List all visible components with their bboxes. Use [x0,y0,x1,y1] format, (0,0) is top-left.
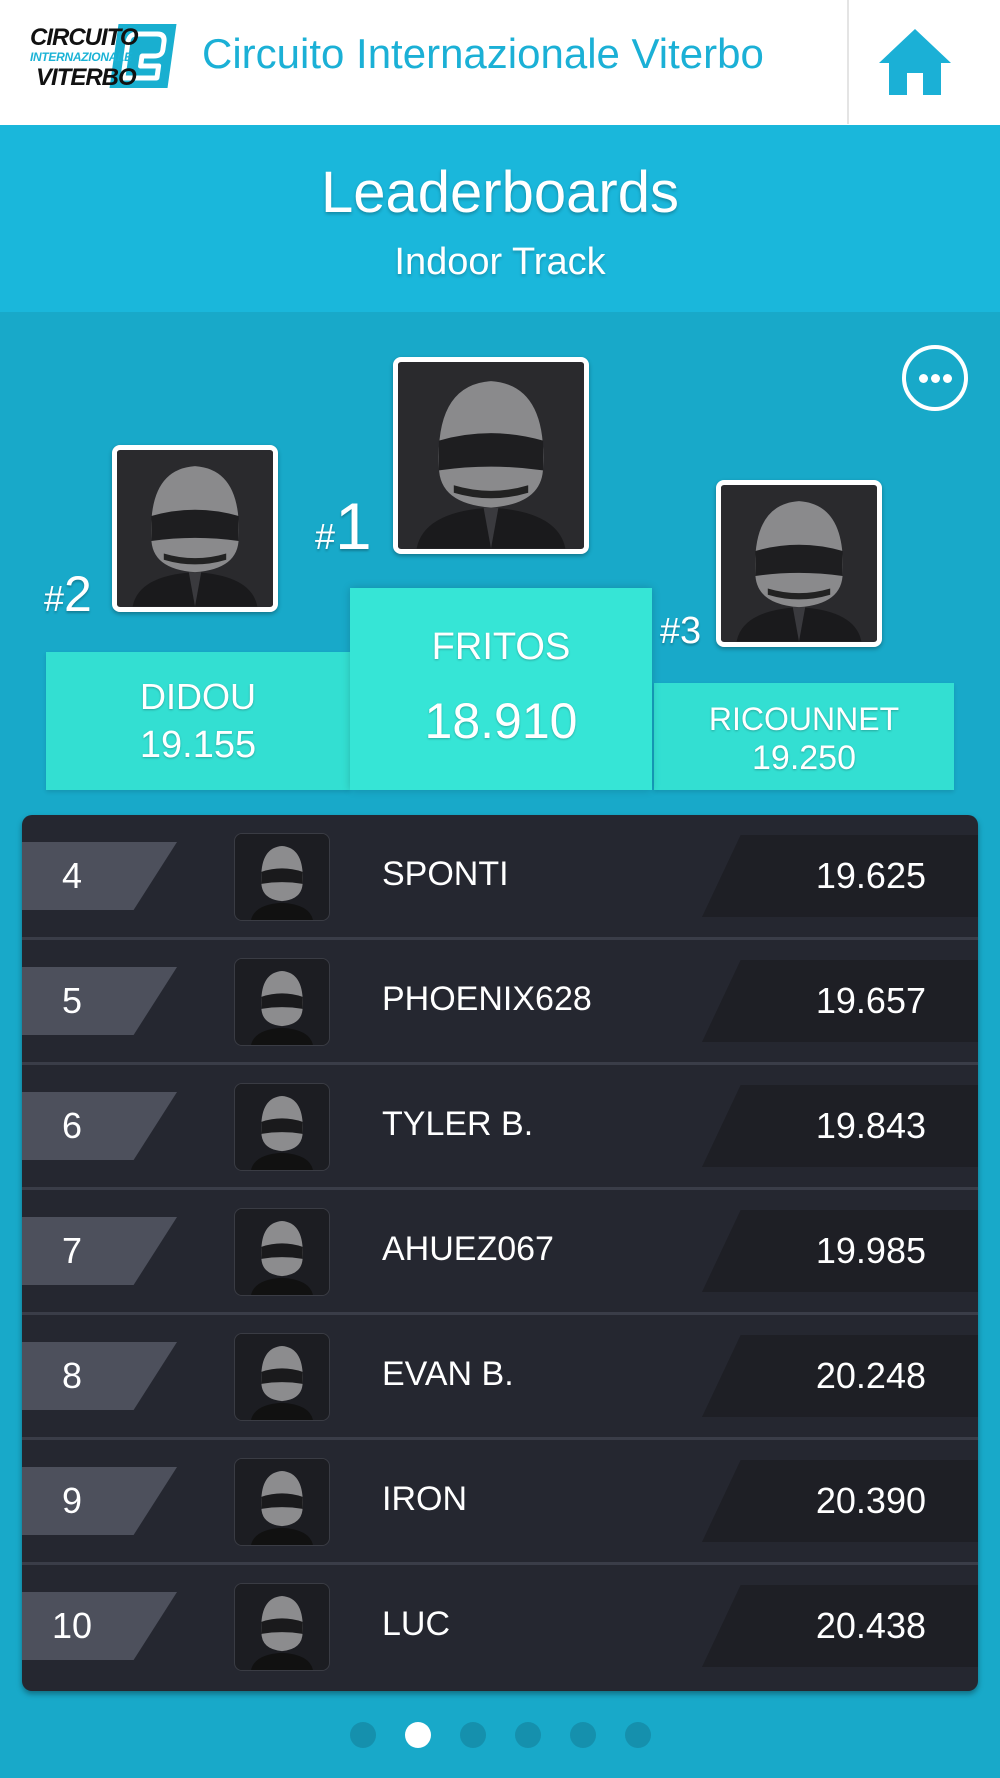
home-icon [879,29,951,95]
row-driver-name: AHUEZ067 [382,1230,554,1268]
leaderboard-row[interactable]: 9 IRON 20.390 [22,1440,978,1565]
podium-third[interactable]: RICOUNNET 19.250 [654,683,954,790]
pagination-dot[interactable] [459,1722,486,1748]
driver-helmet-icon [117,450,273,607]
leaderboard-row[interactable]: 8 EVAN B. 20.248 [22,1315,978,1440]
podium-time: 18.910 [424,693,578,749]
podium-rank-third: #3 [660,610,701,653]
podium-name: RICOUNNET [708,701,900,737]
row-driver-name: LUC [382,1605,451,1643]
home-button[interactable] [875,25,955,100]
pagination-dot[interactable] [624,1722,651,1748]
app-header: CIRCUITO INTERNAZIONALE VITERBO Circuito… [0,0,1000,125]
driver-helmet-icon [398,362,584,549]
pagination-dot[interactable] [569,1722,596,1748]
podium-time: 19.250 [752,739,856,777]
row-rank: 5 [61,980,83,1021]
page-subtitle: Indoor Track [394,241,606,283]
row-lap-time: 20.390 [815,1480,926,1521]
row-lap-time: 19.985 [815,1230,926,1271]
driver-helmet-icon [721,485,877,642]
rank-hash: # [44,578,65,619]
row-driver-name: TYLER B. [382,1105,534,1143]
driver-helmet-icon [239,1584,325,1670]
row-avatar[interactable] [234,1083,330,1171]
row-rank: 8 [61,1355,83,1396]
podium-name: DIDOU [140,676,256,717]
row-rank: 7 [61,1230,83,1271]
podium-time: 19.155 [139,724,257,766]
leaderboard-row[interactable]: 5 PHOENIX628 19.657 [22,940,978,1065]
circuit-logo[interactable]: CIRCUITO INTERNAZIONALE VITERBO [22,22,177,92]
row-rank: 10 [51,1605,93,1646]
row-lap-time: 19.657 [815,980,926,1021]
logo-text-line-2: INTERNAZIONALE [30,50,132,64]
row-driver-name: EVAN B. [382,1355,514,1393]
title-band: Leaderboards Indoor Track [0,125,1000,312]
more-options-icon [919,374,928,383]
leaderboard-list[interactable]: 4 SPONTI 19.625 5 PHOENIX628 19.657 6 TYLER B. 1… [22,815,978,1691]
row-driver-name: SPONTI [382,855,509,893]
pagination-dot[interactable] [349,1722,376,1748]
more-options-button[interactable] [902,345,968,411]
driver-helmet-icon [239,1334,325,1420]
driver-helmet-icon [239,959,325,1045]
leaderboard-row[interactable]: 6 TYLER B. 19.843 [22,1065,978,1190]
row-lap-time: 19.843 [815,1105,926,1146]
page-title: Leaderboards [321,160,679,225]
more-options-icon-dot [931,374,940,383]
row-rank: 9 [61,1480,83,1521]
row-avatar[interactable] [234,1583,330,1671]
pagination-dot[interactable] [514,1722,541,1748]
row-avatar[interactable] [234,1208,330,1296]
driver-helmet-icon [239,1459,325,1545]
podium-second[interactable]: DIDOU 19.155 [46,652,350,790]
row-lap-time: 19.625 [815,855,926,896]
podium-name: FRITOS [431,626,571,668]
logo-text-line-3: VITERBO [36,64,137,91]
leaderboard-row[interactable]: 7 AHUEZ067 19.985 [22,1190,978,1315]
leaderboard-row[interactable]: 4 SPONTI 19.625 [22,815,978,940]
row-rank: 6 [61,1105,83,1146]
rank-number: 1 [335,489,372,563]
header-divider [847,0,849,124]
row-avatar[interactable] [234,1333,330,1421]
row-rank: 4 [61,855,83,896]
podium-rank-second: #2 [44,565,92,623]
podium-avatar-first[interactable] [393,357,589,554]
rank-hash: # [315,516,336,557]
row-driver-name: PHOENIX628 [382,980,592,1018]
leaderboard-row[interactable]: 10 LUC 20.438 [22,1565,978,1690]
driver-helmet-icon [239,1084,325,1170]
podium-rank-first: #1 [315,488,372,564]
driver-helmet-icon [239,1209,325,1295]
rank-number: 3 [680,610,702,652]
row-avatar[interactable] [234,958,330,1046]
row-lap-time: 20.248 [815,1355,926,1396]
podium-first[interactable]: FRITOS 18.910 [350,588,652,790]
row-avatar[interactable] [234,833,330,921]
rank-number: 2 [64,566,92,622]
logo-text-line-1: CIRCUITO [30,24,139,51]
podium-avatar-third[interactable] [716,480,882,647]
driver-helmet-icon [239,834,325,920]
rank-hash: # [660,610,681,651]
podium-avatar-second[interactable] [112,445,278,612]
row-lap-time: 20.438 [815,1605,926,1646]
more-options-icon-dot [943,374,952,383]
pagination-dot-active[interactable] [404,1722,431,1748]
site-title: Circuito Internazionale Viterbo [202,30,764,77]
row-avatar[interactable] [234,1458,330,1546]
pagination-dots [0,1722,1000,1752]
row-driver-name: IRON [382,1480,467,1518]
